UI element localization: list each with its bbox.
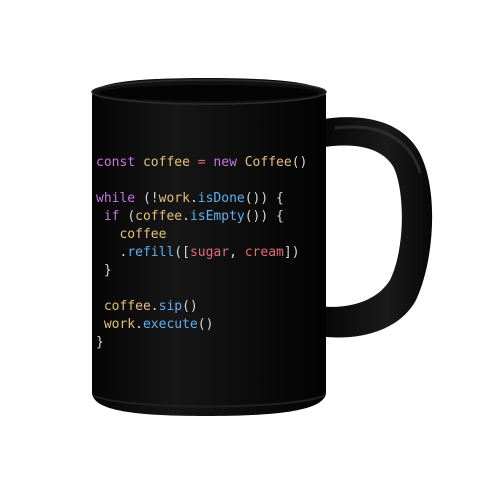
code-token-function: refill xyxy=(127,245,175,260)
code-token-identifier: work xyxy=(96,317,136,332)
code-token-identifier: work xyxy=(158,191,190,206)
code-line: } xyxy=(96,334,307,352)
code-token-keyword: if xyxy=(96,209,128,224)
code-token-punctuation: . xyxy=(150,299,159,314)
code-token-punctuation: () xyxy=(291,155,308,170)
code-token-punctuation: . xyxy=(182,209,190,224)
code-token-punctuation: ]) xyxy=(283,245,300,260)
code-token-punctuation: . xyxy=(96,245,128,260)
code-line: } xyxy=(96,262,307,280)
code-line: while (!work.isDone()) { xyxy=(96,190,307,208)
code-token-identifier: coffee xyxy=(135,209,183,224)
code-line: work.execute() xyxy=(96,316,307,334)
code-token-string: sugar xyxy=(189,245,230,260)
code-token-function: sip xyxy=(158,299,183,314)
mug-rim-inner xyxy=(99,85,319,101)
code-token-function: isDone xyxy=(197,191,245,206)
code-token-punctuation: . xyxy=(189,191,198,206)
code-token-punctuation: } xyxy=(96,263,112,278)
code-token-punctuation: ()) { xyxy=(244,209,284,224)
code-print: const coffee = new Coffee() while (!work… xyxy=(96,154,307,352)
code-token-punctuation: ()) { xyxy=(244,191,284,206)
code-token-identifier: coffee xyxy=(142,155,198,170)
code-token-punctuation: () xyxy=(182,299,198,314)
mug-handle xyxy=(318,117,433,338)
code-token-operator: = xyxy=(197,155,214,170)
code-token-punctuation: . xyxy=(135,317,143,332)
code-token-punctuation: (! xyxy=(142,191,159,206)
code-token-function: isEmpty xyxy=(189,209,245,224)
code-line: if (coffee.isEmpty()) { xyxy=(96,208,307,226)
code-token-keyword: new xyxy=(213,155,245,170)
code-token-keyword: while xyxy=(96,191,143,206)
code-token-function: execute xyxy=(142,317,198,332)
code-token-identifier: Coffee xyxy=(244,155,292,170)
code-token-keyword: const xyxy=(96,155,143,170)
code-token-punctuation: , xyxy=(229,245,245,260)
code-token-identifier: coffee xyxy=(96,299,151,314)
code-line: .refill([sugar, cream]) xyxy=(96,244,307,262)
code-token-punctuation: ( xyxy=(127,209,136,224)
code-line: const coffee = new Coffee() xyxy=(96,154,307,172)
code-token-string: cream xyxy=(244,245,284,260)
code-token-punctuation: () xyxy=(197,317,214,332)
code-token-identifier: coffee xyxy=(96,227,167,242)
mug-scene: const coffee = new Coffee() while (!work… xyxy=(0,0,500,500)
code-line: coffee.sip() xyxy=(96,298,307,316)
code-token-punctuation: ([ xyxy=(174,245,190,260)
code-token-punctuation: } xyxy=(96,335,104,350)
code-line: coffee xyxy=(96,226,307,244)
